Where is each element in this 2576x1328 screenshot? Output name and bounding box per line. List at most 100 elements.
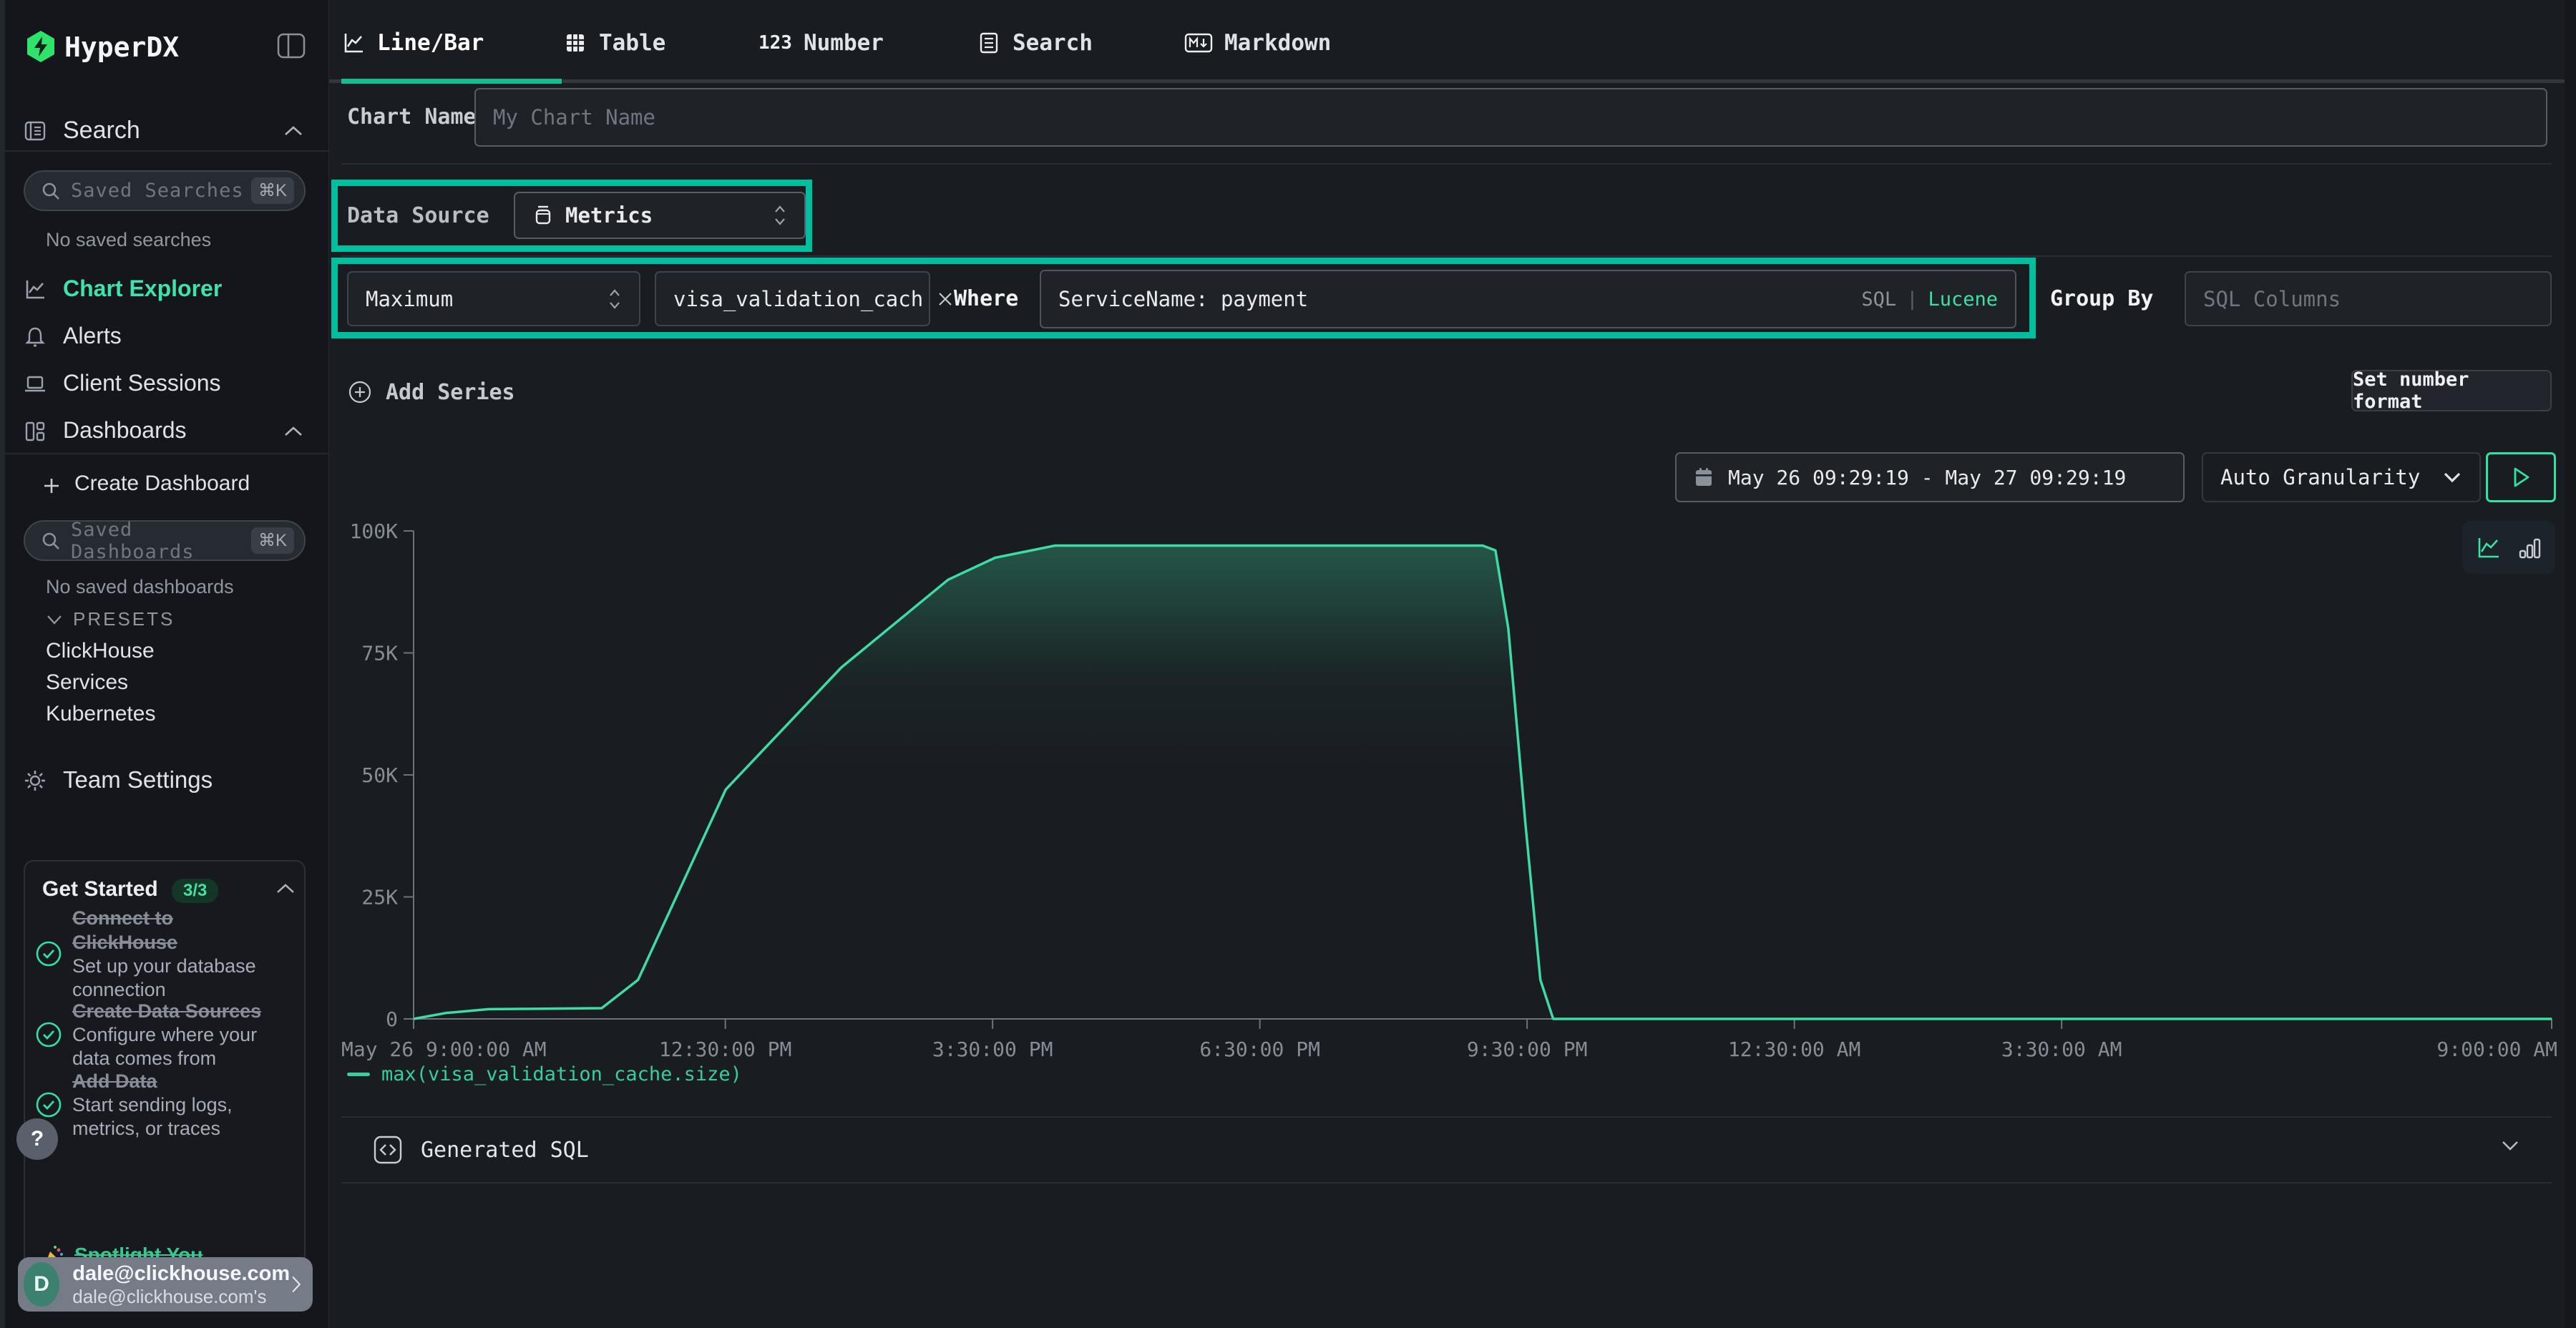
app-window: HyperDX Search (0, 0, 2576, 1328)
sidebar-item-alerts[interactable]: Alerts (0, 316, 329, 358)
sidebar-item-clickhouse[interactable]: ClickHouse (46, 639, 155, 663)
tab-line-bar[interactable]: Line/Bar (341, 23, 484, 63)
sidebar-divider (0, 150, 329, 152)
chart-name-label: Chart Name (347, 88, 477, 147)
line-chart-icon (341, 31, 366, 55)
sidebar-item-label: Client Sessions (63, 370, 221, 396)
where-value: ServiceName: payment (1058, 287, 1308, 311)
123-icon: 123 (758, 32, 792, 54)
timeseries-chart[interactable]: 025K50K75K100KMay 26 9:00:00 AM12:30:00 … (341, 508, 2564, 1066)
tab-number[interactable]: 123 Number (758, 23, 884, 63)
sidebar-item-label: Chart Explorer (63, 275, 222, 302)
add-series-button[interactable]: Add Series (347, 371, 515, 414)
scrollbar-track[interactable] (2565, 0, 2576, 1328)
user-menu[interactable]: D dale@clickhouse.com dale@clickhouse.co… (18, 1257, 313, 1312)
collapse-sidebar-icon[interactable] (277, 33, 306, 59)
laptop-icon (24, 373, 47, 396)
group-by-input[interactable] (2185, 271, 2552, 326)
database-icon (532, 205, 554, 226)
window-edge (0, 0, 5, 1328)
get-started-item[interactable]: Connect to ClickHouse Set up your databa… (25, 906, 307, 1002)
svg-text:3:30:00 AM: 3:30:00 AM (2001, 1038, 2122, 1061)
plus-icon (42, 476, 62, 496)
no-saved-dashboards-text: No saved dashboards (46, 576, 234, 598)
tab-label: Number (804, 30, 884, 56)
chevron-up-icon[interactable] (283, 125, 304, 137)
saved-searches-input[interactable]: Saved Searches ⌘K (24, 170, 306, 211)
get-started-item-desc: Set up your database connection (72, 954, 280, 1002)
sidebar-item-team-settings[interactable]: Team Settings (0, 760, 329, 801)
section-divider (341, 163, 2552, 165)
saved-dashboards-input[interactable]: Saved Dashboards ⌘K (24, 520, 306, 561)
sidebar-item-client-sessions[interactable]: Client Sessions (0, 363, 329, 405)
add-series-label: Add Series (386, 380, 515, 405)
svg-text:9:00:00 AM: 9:00:00 AM (2436, 1038, 2557, 1061)
search-section-icon (24, 119, 47, 142)
legend-line-marker (347, 1073, 370, 1076)
section-divider (341, 1182, 2552, 1183)
lucene-mode-toggle[interactable]: Lucene (1928, 288, 1998, 311)
date-range-picker[interactable]: May 26 09:29:19 - May 27 09:29:19 (1675, 452, 2185, 502)
sidebar-item-dashboards[interactable]: Dashboards (0, 411, 329, 452)
data-source-select[interactable]: Metrics (514, 192, 806, 239)
sql-mode-toggle[interactable]: SQL (1861, 288, 1896, 311)
create-dashboard-button[interactable]: Create Dashboard (0, 469, 329, 503)
chevron-down-icon (46, 614, 63, 625)
help-button[interactable]: ? (16, 1118, 58, 1160)
close-icon[interactable] (936, 290, 955, 308)
svg-text:12:30:00 PM: 12:30:00 PM (659, 1038, 791, 1061)
set-number-format-button[interactable]: Set number format (2351, 370, 2552, 411)
select-chevrons-icon (608, 287, 622, 311)
data-source-label: Data Source (347, 181, 489, 250)
get-started-item-desc: Start sending logs, metrics, or traces (72, 1093, 280, 1141)
data-source-value: Metrics (565, 203, 653, 228)
bell-icon (24, 326, 47, 348)
chevron-up-icon[interactable] (275, 883, 296, 895)
check-circle-icon (25, 1090, 72, 1119)
tab-table[interactable]: Table (563, 23, 665, 63)
section-divider (341, 255, 2552, 257)
sidebar-item-kubernetes[interactable]: Kubernetes (46, 702, 155, 726)
svg-text:0: 0 (386, 1007, 398, 1031)
where-input[interactable]: ServiceName: payment SQL | Lucene (1040, 270, 2016, 328)
chevron-down-icon (2442, 471, 2462, 484)
generated-sql-label: Generated SQL (421, 1138, 589, 1163)
chart-legend[interactable]: max(visa_validation_cache.size) (347, 1063, 742, 1085)
main-content: Line/Bar Table 123 Number (329, 0, 2576, 1328)
team-settings-label: Team Settings (63, 766, 213, 794)
chart-name-input[interactable] (474, 88, 2547, 147)
get-started-item[interactable]: Add Data Start sending logs, metrics, or… (25, 1069, 307, 1141)
svg-text:50K: 50K (361, 763, 398, 787)
sidebar-item-services[interactable]: Services (46, 670, 128, 695)
sidebar-section-search[interactable]: Search (0, 110, 329, 152)
tabbar-divider (329, 79, 2576, 83)
granularity-select[interactable]: Auto Granularity (2202, 452, 2481, 502)
run-query-button[interactable] (2486, 452, 2556, 502)
get-started-item[interactable]: Create Data Sources Configure where your… (25, 999, 307, 1070)
select-chevrons-icon (773, 203, 787, 228)
list-icon (977, 31, 1001, 55)
sidebar-item-label: Alerts (63, 323, 122, 349)
markdown-icon (1184, 31, 1213, 54)
generated-sql-toggle[interactable]: Generated SQL (341, 1118, 2552, 1182)
sidebar-item-chart-explorer[interactable]: Chart Explorer (0, 269, 329, 311)
aggregation-select[interactable]: Maximum (347, 271, 640, 326)
search-icon (41, 531, 61, 551)
granularity-value: Auto Granularity (2220, 465, 2420, 489)
saved-dashboards-placeholder: Saved Dashboards (71, 519, 251, 563)
metric-tag[interactable]: visa_validation_cach (655, 271, 930, 326)
search-section-label: Search (63, 117, 140, 145)
play-icon (2510, 465, 2532, 489)
sidebar: HyperDX Search (0, 0, 329, 1328)
presets-toggle[interactable]: PRESETS (46, 608, 175, 630)
get-started-title: Get Started (42, 877, 158, 902)
tab-label: Markdown (1224, 30, 1331, 56)
tab-search[interactable]: Search (977, 23, 1093, 63)
aggregation-value: Maximum (366, 287, 453, 311)
table-icon (563, 31, 587, 55)
svg-text:May 26 9:00:00 AM: May 26 9:00:00 AM (341, 1038, 547, 1061)
svg-text:100K: 100K (350, 519, 399, 543)
tab-markdown[interactable]: Markdown (1184, 23, 1331, 63)
chevron-up-icon[interactable] (283, 425, 304, 438)
get-started-badge: 3/3 (172, 879, 218, 903)
